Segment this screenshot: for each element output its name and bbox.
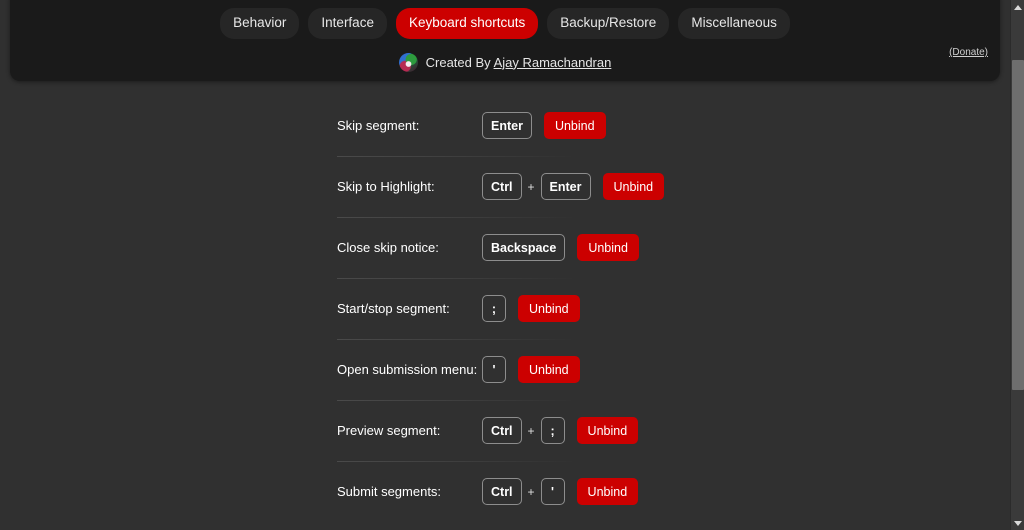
key-button[interactable]: Ctrl	[482, 417, 522, 444]
tab-keyboard-shortcuts[interactable]: Keyboard shortcuts	[395, 8, 539, 39]
key-button[interactable]: Enter	[482, 112, 532, 139]
unbind-button[interactable]: Unbind	[576, 478, 639, 505]
shortcut-label: Skip segment:	[337, 118, 420, 133]
shortcut-label: Submit segments:	[337, 484, 442, 499]
sponsorblock-logo-icon	[398, 52, 418, 72]
shortcut-row: Submit segments: Ctrl + ' Unbind	[0, 461, 1010, 522]
tab-miscellaneous[interactable]: Miscellaneous	[678, 8, 790, 39]
key-separator-plus: +	[527, 179, 535, 194]
credit-row: Created By Ajay Ramachandran	[10, 51, 1000, 73]
shortcut-label: Start/stop segment:	[337, 301, 450, 316]
shortcut-row: Close skip notice: Backspace Unbind	[0, 217, 1010, 278]
shortcut-row: Start/stop segment:; Unbind	[0, 278, 1010, 339]
author-link[interactable]: Ajay Ramachandran	[494, 55, 612, 70]
shortcut-keys: Ctrl + '	[482, 478, 565, 505]
shortcut-label: Close skip notice:	[337, 240, 439, 255]
shortcut-keys: ;	[482, 295, 506, 322]
unbind-button[interactable]: Unbind	[576, 417, 639, 444]
key-separator-plus: +	[527, 423, 535, 438]
shortcut-keys: Ctrl +;	[482, 417, 565, 444]
options-page-viewport: Behavior Interface Keyboard shortcuts Backu…	[0, 0, 1010, 530]
shortcut-row: Open submission menu: ' Unbind	[0, 339, 1010, 400]
unbind-button[interactable]: Unbind	[543, 112, 606, 139]
tab-behavior[interactable]: Behavior	[220, 8, 300, 39]
donate-link[interactable]: (Donate)	[949, 47, 988, 58]
shortcut-keys: Backspace	[482, 234, 566, 261]
shortcut-label: Preview segment:	[337, 423, 441, 438]
key-button[interactable]: ;	[482, 295, 506, 322]
shortcut-row: Skip to Highlight: Ctrl + Enter Unbind	[0, 156, 1010, 217]
key-button[interactable]: ;	[540, 417, 565, 444]
key-button[interactable]: Enter	[540, 173, 591, 200]
key-button[interactable]: Backspace	[482, 234, 566, 261]
scroll-up-arrow-icon[interactable]	[1011, 0, 1024, 14]
shortcut-label: Skip to Highlight:	[337, 179, 435, 194]
tab-interface[interactable]: Interface	[308, 8, 387, 39]
shortcut-keys: Enter	[482, 112, 532, 139]
scrollbar-thumb[interactable]	[1012, 60, 1024, 390]
credit-text: Created By Ajay Ramachandran	[426, 55, 612, 70]
shortcut-keys: Ctrl + Enter	[482, 173, 591, 200]
key-button[interactable]: '	[482, 356, 506, 383]
tab-backup-restore[interactable]: Backup/Restore	[547, 8, 670, 39]
header-panel: Behavior Interface Keyboard shortcuts Backu…	[10, 0, 1000, 81]
key-button[interactable]: Ctrl	[482, 478, 522, 505]
unbind-button[interactable]: Unbind	[577, 234, 639, 261]
shortcut-row: Preview segment: Ctrl +; Unbind	[0, 400, 1010, 461]
unbind-button[interactable]: Unbind	[518, 356, 580, 383]
shortcut-keys: '	[482, 356, 506, 383]
scroll-down-arrow-icon[interactable]	[1011, 516, 1024, 530]
shortcut-label: Open submission menu:	[337, 362, 478, 377]
credit-prefix: Created By	[425, 54, 494, 70]
key-button[interactable]: '	[540, 478, 565, 505]
unbind-button[interactable]: Unbind	[518, 295, 580, 322]
key-button[interactable]: Ctrl	[482, 173, 522, 200]
unbind-button[interactable]: Unbind	[602, 173, 665, 200]
keyboard-shortcuts-list: Skip segment: Enter Unbind Skip to Highligh…	[0, 95, 1010, 522]
page-scrollbar[interactable]	[1010, 0, 1024, 530]
key-separator-plus: +	[527, 484, 535, 499]
shortcut-row: Skip segment: Enter Unbind	[0, 95, 1010, 156]
settings-tab-bar: Behavior Interface Keyboard shortcuts Backu…	[10, 8, 1000, 39]
